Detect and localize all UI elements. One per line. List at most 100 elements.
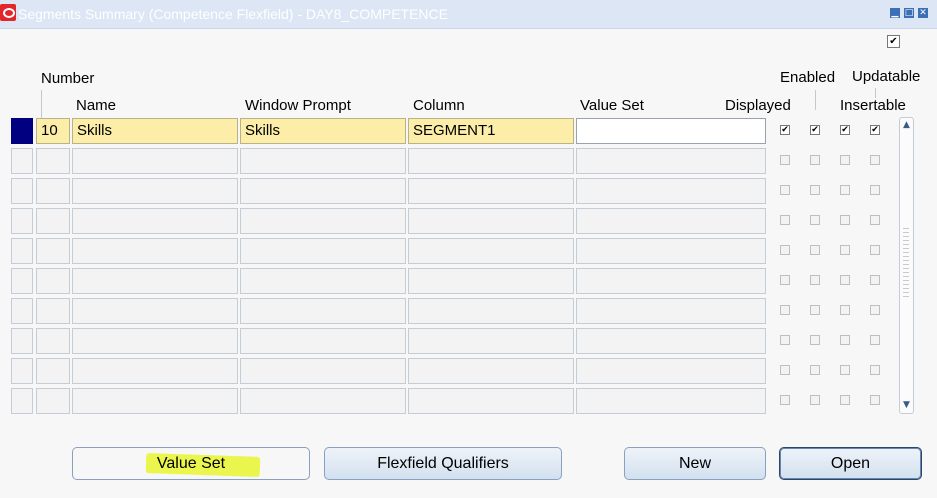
column-field[interactable] [408, 148, 574, 174]
window-prompt-field[interactable] [240, 268, 406, 294]
updatable-checkbox[interactable] [870, 305, 880, 315]
maximize-icon[interactable]: □ [904, 8, 914, 18]
open-button[interactable]: Open [779, 447, 922, 480]
value-set-field[interactable] [576, 148, 766, 174]
name-field[interactable] [72, 388, 238, 414]
name-field[interactable] [72, 238, 238, 264]
window-prompt-field[interactable] [240, 328, 406, 354]
name-field[interactable] [72, 328, 238, 354]
value-set-field[interactable] [576, 178, 766, 204]
updatable-checkbox[interactable] [870, 365, 880, 375]
enabled-checkbox[interactable] [810, 335, 820, 345]
value-set-field[interactable] [576, 388, 766, 414]
number-field[interactable] [36, 208, 70, 234]
column-field[interactable] [408, 208, 574, 234]
column-field[interactable] [408, 268, 574, 294]
name-field[interactable]: Skills [72, 118, 238, 144]
number-field[interactable] [36, 178, 70, 204]
insertable-checkbox[interactable] [840, 245, 850, 255]
top-checkbox[interactable]: ✔ [887, 35, 900, 48]
value-set-field[interactable] [576, 328, 766, 354]
displayed-checkbox[interactable] [780, 185, 790, 195]
name-field[interactable] [72, 298, 238, 324]
column-field[interactable]: SEGMENT1 [408, 118, 574, 144]
record-indicator[interactable] [11, 388, 33, 414]
record-indicator[interactable] [11, 328, 33, 354]
insertable-checkbox[interactable] [840, 395, 850, 405]
number-field[interactable] [36, 268, 70, 294]
enabled-checkbox[interactable] [810, 275, 820, 285]
enabled-checkbox[interactable] [810, 155, 820, 165]
updatable-checkbox[interactable] [870, 155, 880, 165]
name-field[interactable] [72, 148, 238, 174]
enabled-checkbox[interactable] [810, 365, 820, 375]
value-set-field[interactable] [576, 118, 766, 144]
minimize-icon[interactable]: ▁ [890, 8, 900, 18]
new-button[interactable]: New [624, 447, 766, 480]
displayed-checkbox[interactable] [780, 365, 790, 375]
displayed-checkbox[interactable] [780, 395, 790, 405]
updatable-checkbox[interactable] [870, 275, 880, 285]
updatable-checkbox[interactable] [870, 245, 880, 255]
insertable-checkbox[interactable] [840, 275, 850, 285]
insertable-checkbox[interactable] [840, 185, 850, 195]
value-set-field[interactable] [576, 268, 766, 294]
record-indicator[interactable] [11, 358, 33, 384]
updatable-checkbox[interactable]: ✔ [870, 125, 880, 135]
enabled-checkbox[interactable] [810, 215, 820, 225]
updatable-checkbox[interactable] [870, 395, 880, 405]
column-field[interactable] [408, 328, 574, 354]
name-field[interactable] [72, 178, 238, 204]
value-set-field[interactable] [576, 298, 766, 324]
column-field[interactable] [408, 358, 574, 384]
vertical-scrollbar[interactable]: ▲ ▼ [899, 117, 914, 414]
record-indicator[interactable] [11, 178, 33, 204]
window-prompt-field[interactable]: Skills [240, 118, 406, 144]
record-indicator[interactable] [11, 298, 33, 324]
number-field[interactable] [36, 148, 70, 174]
enabled-checkbox[interactable] [810, 245, 820, 255]
number-field[interactable]: 10 [36, 118, 70, 144]
flexfield-qualifiers-button[interactable]: Flexfield Qualifiers [324, 447, 562, 480]
insertable-checkbox[interactable] [840, 365, 850, 375]
enabled-checkbox[interactable] [810, 185, 820, 195]
window-prompt-field[interactable] [240, 358, 406, 384]
scrollbar-grip[interactable] [903, 228, 909, 298]
number-field[interactable] [36, 298, 70, 324]
insertable-checkbox[interactable] [840, 335, 850, 345]
record-indicator[interactable] [11, 268, 33, 294]
displayed-checkbox[interactable] [780, 275, 790, 285]
window-prompt-field[interactable] [240, 238, 406, 264]
number-field[interactable] [36, 328, 70, 354]
number-field[interactable] [36, 358, 70, 384]
window-prompt-field[interactable] [240, 298, 406, 324]
arrow-down-icon[interactable]: ▼ [901, 400, 912, 411]
record-indicator[interactable] [11, 238, 33, 264]
arrow-up-icon[interactable]: ▲ [901, 120, 912, 131]
window-prompt-field[interactable] [240, 178, 406, 204]
updatable-checkbox[interactable] [870, 185, 880, 195]
insertable-checkbox[interactable] [840, 215, 850, 225]
window-prompt-field[interactable] [240, 208, 406, 234]
displayed-checkbox[interactable] [780, 305, 790, 315]
insertable-checkbox[interactable] [840, 155, 850, 165]
value-set-field[interactable] [576, 238, 766, 264]
column-field[interactable] [408, 178, 574, 204]
name-field[interactable] [72, 208, 238, 234]
displayed-checkbox[interactable] [780, 245, 790, 255]
record-indicator[interactable] [11, 208, 33, 234]
updatable-checkbox[interactable] [870, 335, 880, 345]
displayed-checkbox[interactable]: ✔ [780, 125, 790, 135]
insertable-checkbox[interactable] [840, 305, 850, 315]
updatable-checkbox[interactable] [870, 215, 880, 225]
number-field[interactable] [36, 388, 70, 414]
record-indicator[interactable] [11, 118, 33, 144]
value-set-field[interactable] [576, 208, 766, 234]
column-field[interactable] [408, 388, 574, 414]
column-field[interactable] [408, 238, 574, 264]
value-set-field[interactable] [576, 358, 766, 384]
window-prompt-field[interactable] [240, 388, 406, 414]
insertable-checkbox[interactable]: ✔ [840, 125, 850, 135]
window-prompt-field[interactable] [240, 148, 406, 174]
enabled-checkbox[interactable] [810, 305, 820, 315]
